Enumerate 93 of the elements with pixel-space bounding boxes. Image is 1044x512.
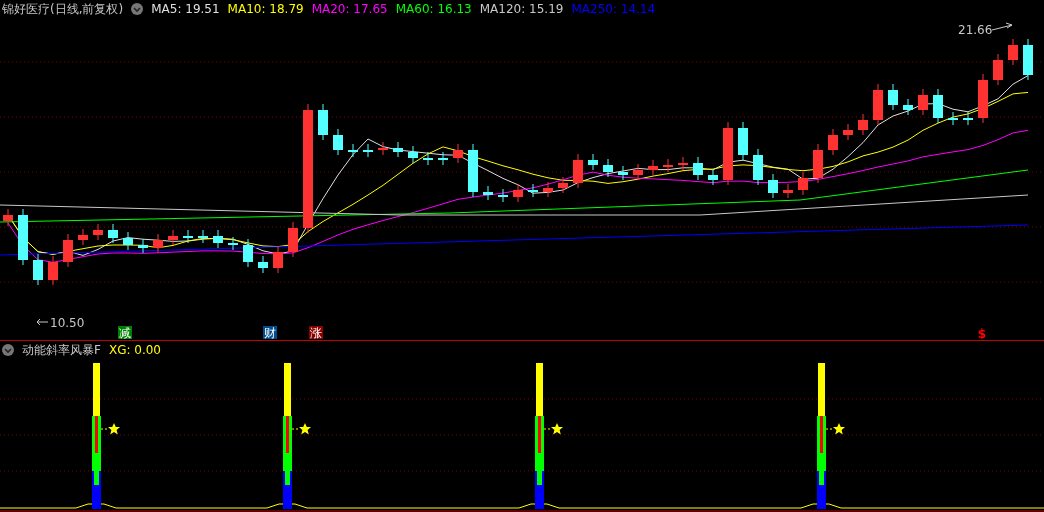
candlestick: [513, 183, 523, 203]
ma-legend-item: MA250: 14.14: [571, 2, 656, 16]
ma-legend-item: MA120: 15.19: [479, 2, 564, 16]
candlestick: [258, 255, 268, 274]
candlestick: [663, 158, 673, 173]
leader-line: [291, 428, 300, 430]
leader-line: [543, 428, 552, 430]
candlestick: [888, 83, 898, 111]
candlestick: [378, 141, 388, 156]
candlestick: [648, 159, 658, 176]
ma-legend-item: MA10: 18.79: [227, 2, 304, 16]
candlestick: [528, 183, 538, 198]
candlestick: [228, 236, 238, 251]
ma-legend-item: MA20: 17.65: [311, 2, 388, 16]
candlestick: [1008, 38, 1018, 66]
candlestick: [408, 145, 418, 164]
candlestick: [423, 151, 433, 166]
candlestick: [183, 229, 193, 244]
high-price-label: 21.66: [958, 22, 1013, 37]
candlestick: [558, 176, 568, 194]
candlestick: [93, 223, 103, 241]
candlestick: [948, 111, 958, 126]
candlestick: [738, 121, 748, 161]
candlestick: [768, 173, 778, 199]
candlestick: [333, 128, 343, 156]
candlestick: [78, 228, 88, 246]
star-icon: [108, 423, 120, 435]
low-price-label: 10.50: [36, 316, 85, 330]
candlestick: [603, 158, 613, 178]
candlestick: [903, 98, 913, 116]
candlestick: [708, 168, 718, 186]
candlestick: [123, 231, 133, 251]
candlestick: [678, 156, 688, 171]
candlestick: [138, 238, 148, 254]
collapse-icon[interactable]: [2, 344, 14, 356]
leader-line: [100, 428, 109, 430]
candlestick: [843, 123, 853, 141]
candlestick: [588, 153, 598, 171]
collapse-icon[interactable]: [131, 3, 144, 15]
candlestick: [918, 88, 928, 116]
candlestick: [348, 143, 358, 158]
candlestick: [498, 188, 508, 203]
indicator-title: 动能斜率风暴F: [22, 341, 101, 359]
candlestick: [813, 143, 823, 184]
star-icon: [299, 423, 311, 435]
candlestick: [468, 143, 478, 198]
candlestick: [438, 151, 448, 166]
candlestick: [963, 111, 973, 126]
candlestick: [243, 238, 253, 268]
star-icon: [551, 423, 563, 435]
candlestick: [633, 163, 643, 181]
candlestick: [1023, 38, 1033, 81]
candlestick: [798, 171, 808, 196]
candlestick: [393, 141, 403, 158]
candlestick: [783, 183, 793, 199]
leader-line: [825, 428, 834, 430]
candlestick: [873, 83, 883, 126]
candlestick: [363, 143, 373, 158]
candlestick: [153, 233, 163, 254]
candlestick: [18, 208, 28, 266]
signal-badge: 涨: [309, 326, 323, 340]
candlestick: [453, 143, 463, 164]
candlestick: [978, 73, 988, 124]
candlestick: [828, 128, 838, 156]
candlestick: [933, 88, 943, 124]
candlestick: [543, 181, 553, 198]
star-icon: [833, 423, 845, 435]
candlestick: [753, 148, 763, 186]
candlestick: [3, 208, 13, 227]
candlestick: [273, 245, 283, 274]
ma-legend-item: MA5: 19.51: [151, 2, 220, 16]
candlestick: [993, 53, 1003, 86]
signal-mark: $: [977, 327, 987, 340]
candlestick: [213, 229, 223, 249]
candlestick: [198, 229, 208, 244]
chart-title: 锦好医疗(日线,前复权): [2, 0, 124, 18]
candlestick: [573, 153, 583, 189]
candlestick: [618, 165, 628, 181]
candlestick: [288, 221, 298, 258]
candlestick: [483, 185, 493, 201]
candlestick: [63, 233, 73, 268]
candlestick: [108, 223, 118, 244]
candlestick: [723, 121, 733, 186]
candlestick: [33, 253, 43, 286]
indicator-reading: XG: 0.00: [108, 343, 161, 357]
signal-badge: 减: [118, 326, 132, 340]
ma-legend-item: MA60: 16.13: [395, 2, 472, 16]
signal-badge: 财: [263, 326, 277, 340]
candlestick: [858, 113, 868, 136]
candlestick: [693, 156, 703, 181]
candlestick: [318, 103, 328, 141]
candlestick: [168, 229, 178, 246]
candlestick: [48, 255, 58, 286]
